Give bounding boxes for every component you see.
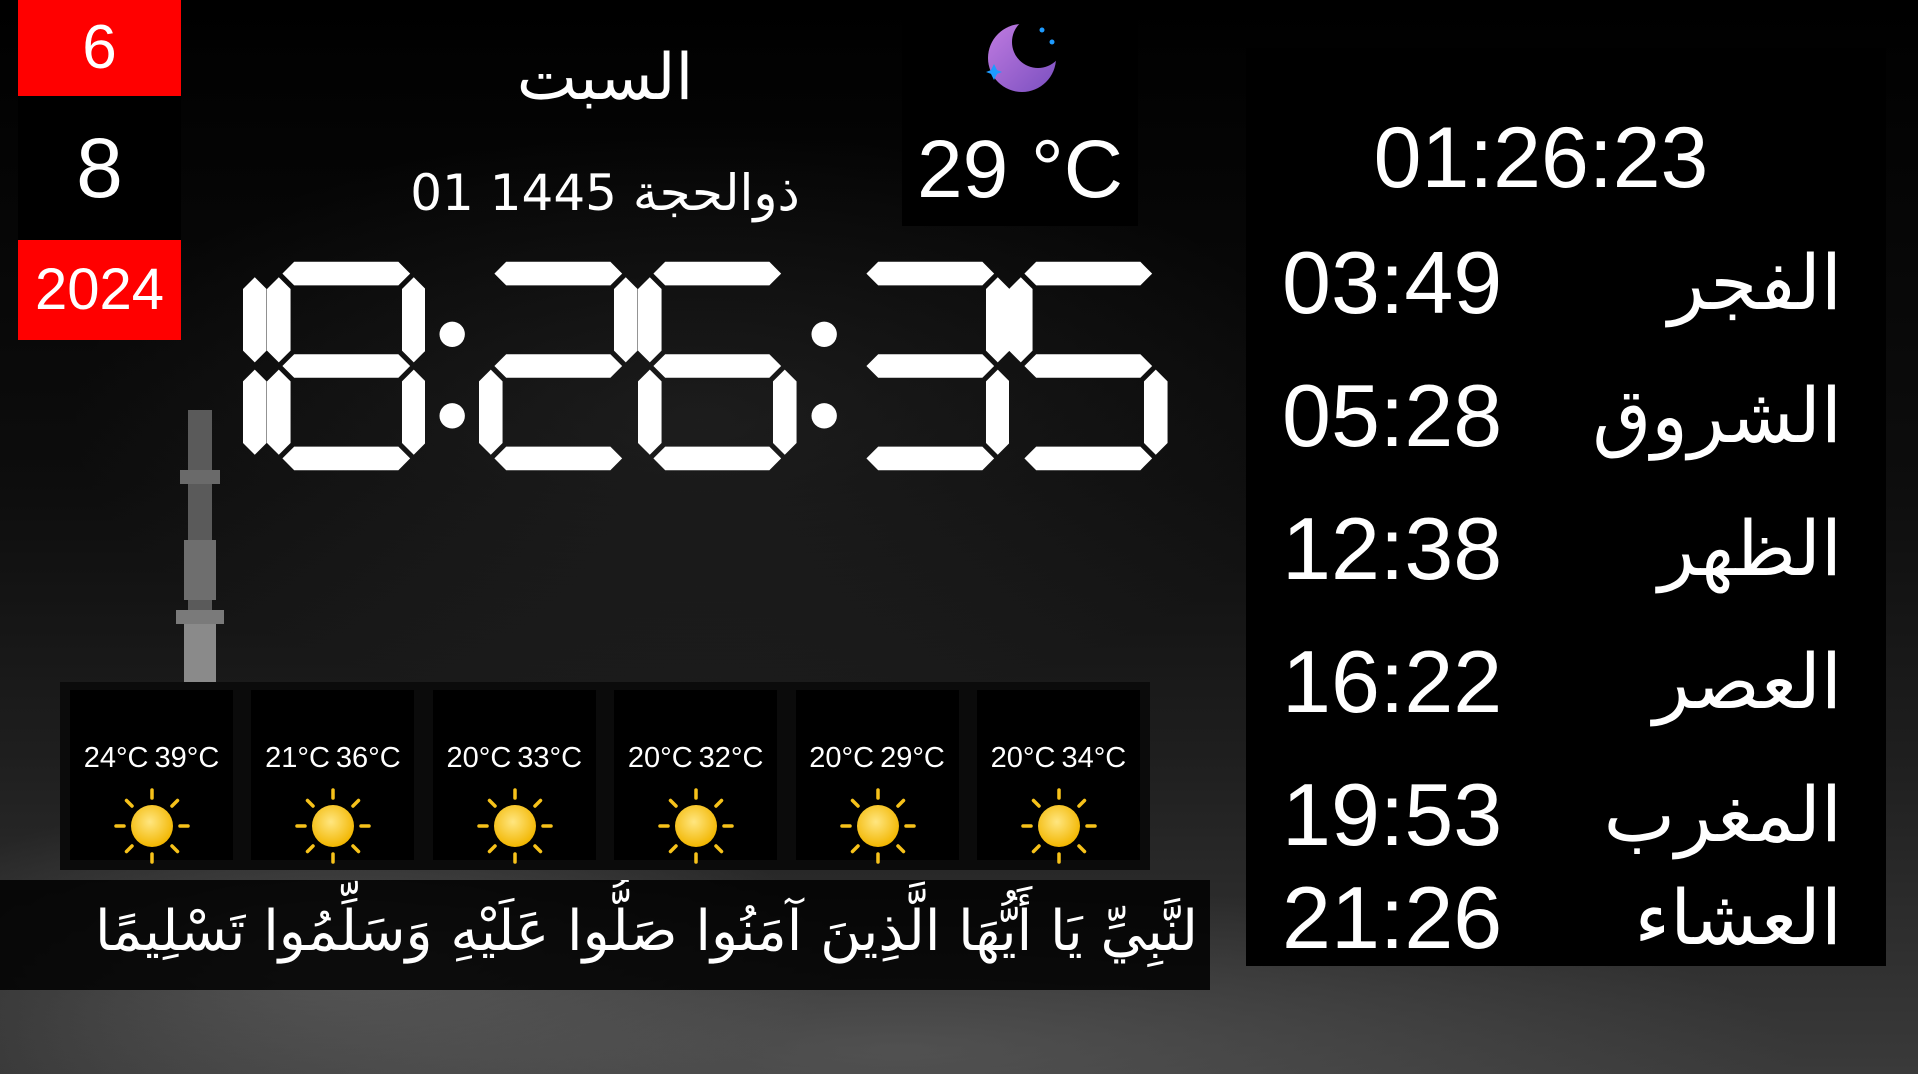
segment-a xyxy=(494,261,623,286)
prayer-time: 21:26 xyxy=(1282,868,1503,967)
forecast-low: 21°C xyxy=(265,742,330,774)
segment-a xyxy=(281,261,410,286)
segment-g xyxy=(1024,354,1153,378)
segment-a xyxy=(866,261,995,286)
prayer-row: 19:53 المغرب xyxy=(1282,760,1842,870)
segment-c xyxy=(401,369,426,455)
prayer-row: 03:49 الفجر xyxy=(1282,228,1842,338)
forecast-low: 20°C xyxy=(446,742,512,774)
forecast-high: 29°C xyxy=(880,742,945,774)
prayer-time: 19:53 xyxy=(1282,765,1503,864)
prayer-time: 16:22 xyxy=(1282,632,1503,731)
segment-c xyxy=(772,369,797,455)
prayer-time: 05:28 xyxy=(1282,366,1503,465)
clock-digit-hour-tens xyxy=(242,277,267,455)
segment-b xyxy=(614,277,638,363)
segment-g xyxy=(281,354,410,378)
segment-f xyxy=(1009,277,1034,363)
prayer-times-panel: 01:26:23 03:49 الفجر 05:28 الشروق 12:38 … xyxy=(1246,48,1886,967)
forecast-day: 21°C 36°C xyxy=(251,690,415,864)
clock-colon xyxy=(811,321,837,429)
segment-b xyxy=(242,277,267,363)
segment-g xyxy=(494,354,623,378)
segment-g xyxy=(653,354,782,378)
prayer-name: العشاء xyxy=(1634,873,1842,962)
clock-digit-second-ones xyxy=(1009,261,1168,471)
forecast-low: 20°C xyxy=(627,742,693,774)
current-temperature: 29 °C xyxy=(916,124,1123,215)
clock-colon xyxy=(439,321,465,429)
moon-night-icon xyxy=(986,16,1064,92)
prayer-time: 12:38 xyxy=(1282,499,1503,598)
segment-f xyxy=(638,277,662,363)
hijri-date: 01 ذوالحجة 1445 xyxy=(410,164,800,222)
weather-forecast: 24°C 39°C 21°C 36°C 20°C 33°C 20°C 32°C 20°C… xyxy=(60,682,1150,870)
prayer-name: الظهر xyxy=(1658,504,1842,593)
sun-icon xyxy=(1021,788,1097,864)
forecast-high: 34°C xyxy=(1061,742,1127,774)
segment-d xyxy=(653,446,782,471)
segment-d xyxy=(494,446,623,471)
prayer-time: 03:49 xyxy=(1282,233,1503,332)
segment-a xyxy=(1024,261,1153,286)
prayer-name: العصر xyxy=(1653,637,1842,726)
segment-c xyxy=(242,369,267,455)
prayer-row: 21:26 العشاء xyxy=(1282,868,1842,967)
segment-b xyxy=(985,277,1010,363)
forecast-low: 20°C xyxy=(809,742,875,774)
clock-digit-minute-tens xyxy=(479,261,638,471)
segment-f xyxy=(266,277,291,363)
clock-digit-second-tens xyxy=(866,261,1010,471)
clock-digit-minute-ones xyxy=(638,261,797,471)
verse-text: لنَّبِيِّ يَا أَيُّهَا الَّذِينَ آمَنُوا… xyxy=(94,899,1198,964)
segment-e xyxy=(638,369,662,455)
segment-d xyxy=(281,446,410,471)
verse-banner: لنَّبِيِّ يَا أَيُّهَا الَّذِينَ آمَنُوا… xyxy=(0,880,1210,990)
clock-digit-hour-ones xyxy=(266,261,426,471)
forecast-day: 20°C 32°C xyxy=(614,690,778,864)
segment-e xyxy=(266,369,291,455)
forecast-high: 39°C xyxy=(154,742,220,774)
sun-icon xyxy=(477,788,553,864)
forecast-day: 20°C 29°C xyxy=(795,690,959,864)
forecast-low: 20°C xyxy=(990,742,1056,774)
segment-e xyxy=(479,369,504,455)
prayer-name: المغرب xyxy=(1603,770,1842,859)
segment-d xyxy=(1024,446,1153,471)
forecast-day: 20°C 34°C xyxy=(976,690,1140,864)
forecast-high: 33°C xyxy=(517,742,583,774)
date-month: 6 xyxy=(18,0,181,96)
prayer-name: الشروق xyxy=(1592,371,1842,460)
sun-icon xyxy=(839,788,916,864)
day-name: السبت xyxy=(516,41,694,115)
segment-d xyxy=(866,446,995,471)
sun-icon xyxy=(114,788,190,864)
prayer-row: 16:22 العصر xyxy=(1282,627,1842,737)
prayer-row: 12:38 الظهر xyxy=(1282,494,1842,604)
forecast-low: 24°C xyxy=(83,742,149,774)
segment-c xyxy=(1144,369,1168,455)
forecast-day: 20°C 33°C xyxy=(432,690,596,864)
prayer-name: الفجر xyxy=(1668,238,1842,327)
main-clock xyxy=(108,236,1168,496)
forecast-high: 32°C xyxy=(698,742,764,774)
forecast-day: 24°C 39°C xyxy=(70,690,233,864)
segment-c xyxy=(985,369,1010,455)
segment-g xyxy=(866,354,995,378)
sun-icon xyxy=(658,788,734,864)
forecast-high: 36°C xyxy=(335,742,401,774)
segment-a xyxy=(653,261,782,286)
current-weather: 29 °C xyxy=(902,12,1138,226)
countdown-clock: 01:26:23 xyxy=(1373,110,1709,206)
sun-icon xyxy=(295,788,372,864)
prayer-row: 05:28 الشروق xyxy=(1282,361,1842,471)
date-day: 8 xyxy=(18,96,181,240)
segment-b xyxy=(401,277,426,363)
